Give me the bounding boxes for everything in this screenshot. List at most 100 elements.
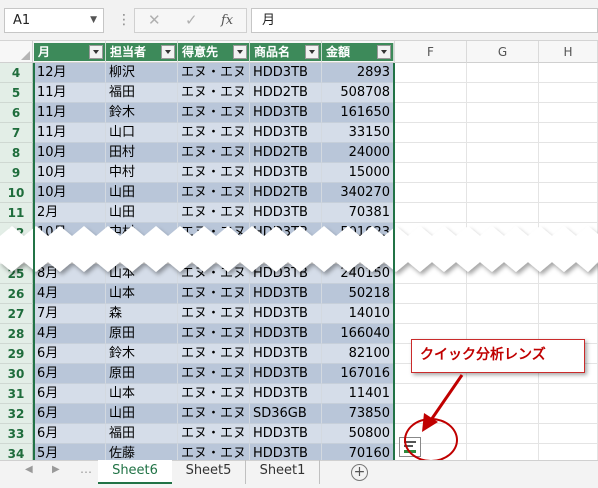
empty-cell[interactable] xyxy=(467,63,539,83)
row-header[interactable]: 32 xyxy=(0,404,33,424)
table-cell[interactable]: 山本 xyxy=(106,384,178,404)
table-cell[interactable]: 鈴木 xyxy=(106,344,178,364)
row-header[interactable]: 27 xyxy=(0,304,33,324)
row-header[interactable]: 28 xyxy=(0,324,33,344)
table-cell[interactable]: 167016 xyxy=(322,364,395,384)
empty-cell[interactable] xyxy=(467,424,539,444)
row-header[interactable]: 31 xyxy=(0,384,33,404)
filter-header-client[interactable]: 得意先 xyxy=(178,43,250,61)
empty-cell[interactable] xyxy=(539,103,598,123)
table-cell[interactable]: SD36GB xyxy=(250,404,322,424)
row-header[interactable]: 6 xyxy=(0,103,33,123)
table-cell[interactable]: 10月 xyxy=(34,143,106,163)
tab-sheet6[interactable]: Sheet6 xyxy=(98,460,172,484)
table-cell[interactable]: HDD3TB xyxy=(250,384,322,404)
empty-cell[interactable] xyxy=(539,404,598,424)
table-cell[interactable]: HDD3TB xyxy=(250,284,322,304)
filter-dropdown-icon[interactable] xyxy=(89,45,103,59)
add-sheet-icon[interactable]: + xyxy=(351,464,368,481)
name-box[interactable]: A1 ▼ xyxy=(4,8,104,33)
table-cell[interactable]: 12月 xyxy=(34,63,106,83)
more-tabs-icon[interactable]: … xyxy=(80,462,92,476)
table-cell[interactable]: エヌ・エヌ・ xyxy=(178,163,250,183)
table-cell[interactable]: 6月 xyxy=(34,424,106,444)
table-cell[interactable]: HDD3TB xyxy=(250,123,322,143)
filter-dropdown-icon[interactable] xyxy=(161,45,175,59)
select-all-corner[interactable] xyxy=(0,41,33,63)
table-cell[interactable]: 73850 xyxy=(322,404,395,424)
table-cell[interactable]: エヌ・エヌ・ xyxy=(178,143,250,163)
table-cell[interactable]: 4月 xyxy=(34,324,106,344)
tab-sheet1[interactable]: Sheet1 xyxy=(246,460,320,484)
table-cell[interactable]: 7月 xyxy=(34,304,106,324)
empty-cell[interactable] xyxy=(467,183,539,203)
table-cell[interactable]: 原田 xyxy=(106,324,178,344)
table-cell[interactable]: 福田 xyxy=(106,83,178,103)
row-header[interactable]: 9 xyxy=(0,163,33,183)
table-cell[interactable]: HDD3TB xyxy=(250,203,322,223)
table-cell[interactable]: 82100 xyxy=(322,344,395,364)
table-cell[interactable]: HDD3TB xyxy=(250,103,322,123)
empty-cell[interactable] xyxy=(395,63,467,83)
empty-cell[interactable] xyxy=(395,103,467,123)
empty-cell[interactable] xyxy=(395,284,467,304)
table-cell[interactable]: エヌ・エヌ・ xyxy=(178,424,250,444)
empty-cell[interactable] xyxy=(539,163,598,183)
empty-cell[interactable] xyxy=(467,203,539,223)
table-cell[interactable]: 6月 xyxy=(34,404,106,424)
filter-dropdown-icon[interactable] xyxy=(233,45,247,59)
table-cell[interactable]: エヌ・エヌ・ xyxy=(178,344,250,364)
table-cell[interactable]: 原田 xyxy=(106,364,178,384)
table-cell[interactable]: HDD3TB xyxy=(250,344,322,364)
empty-cell[interactable] xyxy=(467,384,539,404)
fx-icon[interactable]: fx xyxy=(221,13,233,28)
column-header-h[interactable]: H xyxy=(539,41,598,63)
table-cell[interactable]: HDD3TB xyxy=(250,304,322,324)
table-cell[interactable]: 11401 xyxy=(322,384,395,404)
filter-header-product[interactable]: 商品名 xyxy=(250,43,322,61)
table-cell[interactable]: 33150 xyxy=(322,123,395,143)
table-cell[interactable]: 6月 xyxy=(34,344,106,364)
row-header[interactable]: 33 xyxy=(0,424,33,444)
empty-cell[interactable] xyxy=(467,404,539,424)
empty-cell[interactable] xyxy=(395,183,467,203)
table-cell[interactable]: 15000 xyxy=(322,163,395,183)
table-cell[interactable]: 50218 xyxy=(322,284,395,304)
table-cell[interactable]: 4月 xyxy=(34,284,106,304)
row-header[interactable]: 5 xyxy=(0,83,33,103)
row-header[interactable]: 30 xyxy=(0,364,33,384)
table-cell[interactable]: 田村 xyxy=(106,143,178,163)
row-header[interactable]: 29 xyxy=(0,344,33,364)
cross-icon[interactable]: ✕ xyxy=(148,11,161,29)
empty-cell[interactable] xyxy=(539,304,598,324)
row-header[interactable]: 7 xyxy=(0,123,33,143)
empty-cell[interactable] xyxy=(467,163,539,183)
row-header[interactable]: 26 xyxy=(0,284,33,304)
table-cell[interactable]: 中村 xyxy=(106,163,178,183)
table-cell[interactable]: 24000 xyxy=(322,143,395,163)
empty-cell[interactable] xyxy=(539,424,598,444)
check-icon[interactable]: ✓ xyxy=(185,11,198,29)
table-cell[interactable]: 14010 xyxy=(322,304,395,324)
table-cell[interactable]: 10月 xyxy=(34,183,106,203)
empty-cell[interactable] xyxy=(539,123,598,143)
table-cell[interactable]: 山本 xyxy=(106,284,178,304)
table-cell[interactable]: エヌ・エヌ・ xyxy=(178,183,250,203)
filter-header-month[interactable]: 月 xyxy=(34,43,106,61)
empty-cell[interactable] xyxy=(395,203,467,223)
table-cell[interactable]: 340270 xyxy=(322,183,395,203)
table-cell[interactable]: エヌ・エヌ・ xyxy=(178,364,250,384)
filter-dropdown-icon[interactable] xyxy=(305,45,319,59)
empty-cell[interactable] xyxy=(395,83,467,103)
column-header-g[interactable]: G xyxy=(467,41,539,63)
empty-cell[interactable] xyxy=(467,123,539,143)
table-cell[interactable]: HDD2TB xyxy=(250,143,322,163)
table-cell[interactable]: 6月 xyxy=(34,364,106,384)
table-cell[interactable]: エヌ・エヌ・ xyxy=(178,324,250,344)
empty-cell[interactable] xyxy=(539,384,598,404)
table-cell[interactable]: HDD2TB xyxy=(250,183,322,203)
empty-cell[interactable] xyxy=(539,203,598,223)
table-cell[interactable]: HDD3TB xyxy=(250,63,322,83)
filter-header-rep[interactable]: 担当者 xyxy=(106,43,178,61)
table-cell[interactable]: 161650 xyxy=(322,103,395,123)
